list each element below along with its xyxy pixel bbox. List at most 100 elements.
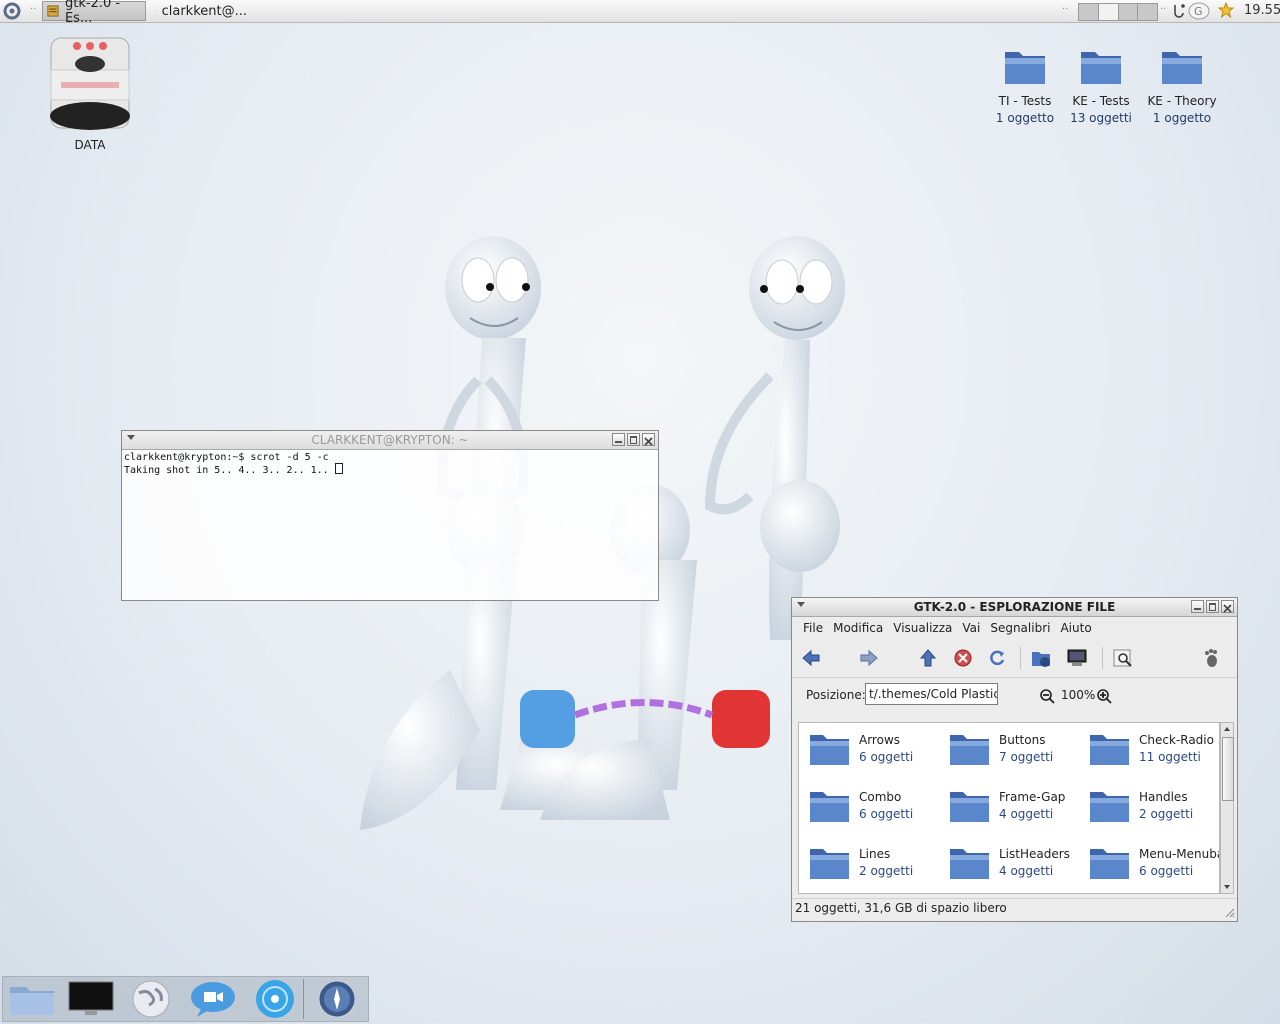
main-menu-icon[interactable] [2, 1, 22, 21]
close-button[interactable] [1221, 600, 1234, 613]
task-button-file-manager[interactable]: gtk-2.0 - Es... [42, 0, 146, 26]
icon-view[interactable]: Arrows 6 oggetti Buttons 7 oggetti Check… [798, 722, 1220, 894]
desktop-folder-ke-theory[interactable]: KE - Theory 1 oggetto [1144, 46, 1220, 127]
folder-count: 13 oggetti [1070, 111, 1132, 125]
location-bar: Posizione: t/.themes/Cold Plastic/gtk-2.… [792, 678, 1237, 712]
reload-icon[interactable] [986, 647, 1008, 669]
file-manager-titlebar[interactable]: GTK-2.0 - ESPLORAZIONE FILE [792, 598, 1237, 617]
folder-item-combo[interactable]: Combo 6 oggetti [803, 784, 943, 828]
maximize-button[interactable] [1206, 600, 1219, 613]
zoom-in-icon[interactable] [1096, 688, 1112, 704]
folder-icon [1090, 849, 1129, 879]
cd-drive-icon [50, 37, 130, 130]
terminal-titlebar[interactable]: CLARKKENT@KRYPTON: ~ [122, 431, 658, 450]
task-button-terminal[interactable]: clarkkent@... [150, 1, 254, 21]
task-label: clarkkent@... [161, 3, 247, 19]
dock-video-chat[interactable] [187, 979, 239, 1019]
item-count: 6 oggetti [859, 807, 914, 821]
item-name: Handles [1139, 790, 1188, 804]
terminal-window[interactable]: CLARKKENT@KRYPTON: ~ clarkkent@krypton:~… [121, 430, 659, 601]
dock-compass[interactable] [311, 979, 363, 1019]
folder-icon [950, 792, 989, 822]
scroll-thumb[interactable] [1222, 737, 1234, 801]
dock-folder[interactable] [6, 979, 58, 1019]
item-count: 4 oggetti [999, 807, 1054, 821]
desktop-drive-data[interactable]: DATA [44, 36, 136, 154]
folder-item-frame-gap[interactable]: Frame-Gap 4 oggetti [943, 784, 1083, 828]
folder-name: KE - Tests [1072, 94, 1130, 108]
item-name: Lines [859, 847, 891, 861]
star-icon[interactable] [1218, 2, 1234, 18]
minimize-button[interactable] [1191, 600, 1204, 613]
file-manager-icon [47, 5, 59, 17]
menu-segnalibri[interactable]: Segnalibri [985, 621, 1055, 635]
dock-monitor[interactable] [65, 979, 117, 1019]
folder-icon [1090, 792, 1129, 822]
stop-icon[interactable] [952, 647, 974, 669]
menu-file[interactable]: File [798, 621, 828, 635]
terminal-output[interactable]: clarkkent@krypton:~$ scrot -d 5 -c Takin… [122, 450, 658, 478]
menu-aiuto[interactable]: Aiuto [1055, 621, 1096, 635]
footprint-icon[interactable] [1200, 647, 1222, 669]
item-count: 11 oggetti [1139, 750, 1201, 764]
folder-item-listheaders[interactable]: ListHeaders 4 oggetti [943, 841, 1083, 885]
menu-modifica[interactable]: Modifica [828, 621, 888, 635]
vertical-scrollbar[interactable] [1220, 722, 1234, 894]
item-count: 6 oggetti [1139, 864, 1194, 878]
window-menu-icon[interactable] [127, 435, 135, 440]
item-name: Combo [859, 790, 902, 804]
scroll-down-icon[interactable] [1223, 883, 1231, 891]
terminal-line: Taking shot in 5.. 4.. 3.. 2.. 1.. [124, 465, 335, 476]
back-icon[interactable] [800, 647, 822, 669]
folder-item-arrows[interactable]: Arrows 6 oggetti [803, 727, 943, 771]
home-folder-icon[interactable] [1030, 647, 1052, 669]
window-title: CLARKKENT@KRYPTON: ~ [311, 433, 469, 447]
workspace-3[interactable] [1118, 4, 1139, 20]
folder-item-handles[interactable]: Handles 2 oggetti [1083, 784, 1219, 828]
cd-icon [256, 980, 294, 1018]
folder-item-lines[interactable]: Lines 2 oggetti [803, 841, 943, 885]
network-icon[interactable] [1172, 3, 1186, 19]
workspace-pager[interactable] [1078, 3, 1158, 21]
clock[interactable]: 19.55 [1244, 3, 1280, 18]
toolbar [792, 639, 1237, 678]
zoom-out-icon[interactable] [1039, 688, 1055, 704]
folder-icon [10, 987, 54, 1015]
maximize-button[interactable] [627, 433, 640, 446]
folder-item-menu-menubar[interactable]: Menu-Menubar 6 oggetti [1083, 841, 1219, 885]
location-input[interactable]: t/.themes/Cold Plastic/gtk-2.0 [865, 683, 998, 705]
window-menu-icon[interactable] [797, 602, 805, 607]
up-icon[interactable] [917, 647, 939, 669]
item-name: Check-Radio [1139, 733, 1214, 747]
computer-icon[interactable] [1066, 647, 1088, 669]
workspace-2[interactable] [1098, 4, 1119, 20]
dock-cd[interactable] [249, 979, 301, 1019]
desktop-folder-ti-tests[interactable]: TI - Tests 1 oggetto [990, 46, 1060, 127]
search-icon[interactable] [1112, 647, 1134, 669]
terminal-icon [155, 10, 156, 12]
workspace-1[interactable] [1079, 4, 1099, 20]
resize-grip-icon[interactable] [1223, 906, 1235, 918]
globe-icon [132, 980, 170, 1018]
google-search-icon[interactable]: G [1188, 2, 1210, 20]
desktop-folder-ke-tests[interactable]: KE - Tests 13 oggetti [1066, 46, 1136, 127]
item-name: Frame-Gap [999, 790, 1066, 804]
item-count: 2 oggetti [1139, 807, 1194, 821]
file-manager-window[interactable]: GTK-2.0 - ESPLORAZIONE FILE File Modific… [791, 597, 1238, 922]
menu-visualizza[interactable]: Visualizza [888, 621, 957, 635]
window-title: GTK-2.0 - ESPLORAZIONE FILE [913, 600, 1116, 614]
top-panel: ·· gtk-2.0 - Es... clarkkent@... ·· ·· G… [0, 0, 1280, 26]
folder-name: TI - Tests [998, 94, 1052, 108]
minimize-button[interactable] [612, 433, 625, 446]
dock-globe[interactable] [125, 979, 177, 1019]
dock [2, 976, 369, 1022]
workspace-4[interactable] [1138, 4, 1157, 20]
dock-separator [303, 979, 304, 1019]
scroll-up-icon[interactable] [1223, 725, 1231, 733]
folder-item-check-radio[interactable]: Check-Radio 11 oggetti [1083, 727, 1219, 771]
folder-icon [1081, 52, 1121, 84]
forward-icon[interactable] [858, 647, 880, 669]
menu-vai[interactable]: Vai [957, 621, 985, 635]
close-button[interactable] [642, 433, 655, 446]
folder-item-buttons[interactable]: Buttons 7 oggetti [943, 727, 1083, 771]
